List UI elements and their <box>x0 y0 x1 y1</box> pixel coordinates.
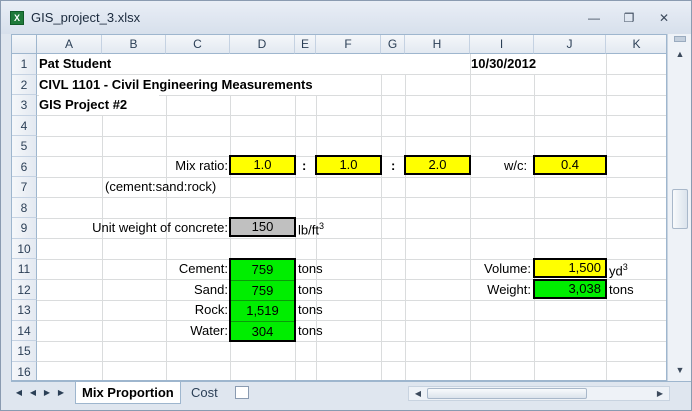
prev-sheet-icon[interactable]: ◀ <box>27 387 39 399</box>
rock-ratio-input[interactable]: 2.0 <box>404 155 471 175</box>
column-header-k[interactable]: K <box>606 35 666 54</box>
row-header-6[interactable]: 6 <box>12 156 37 177</box>
row-header-5[interactable]: 5 <box>12 136 37 157</box>
sand-label: Sand: <box>194 281 228 297</box>
column-header-a[interactable]: A <box>37 35 102 54</box>
scroll-left-icon[interactable]: ◀ <box>411 387 425 400</box>
spreadsheet-grid[interactable]: A B C D E F G H I J K 1 2 3 4 5 6 7 8 9 … <box>11 34 667 381</box>
weight-label: Weight: <box>487 281 531 297</box>
gridline <box>37 238 666 239</box>
scroll-up-icon[interactable]: ▲ <box>672 46 688 62</box>
column-header-f[interactable]: F <box>316 35 381 54</box>
student-name[interactable]: Pat Student <box>39 54 439 74</box>
column-header-b[interactable]: B <box>102 35 166 54</box>
wc-label: w/c: <box>504 158 528 173</box>
row-header-4[interactable]: 4 <box>12 115 37 136</box>
row-header-2[interactable]: 2 <box>12 74 37 95</box>
row-header-13[interactable]: 13 <box>12 300 37 321</box>
gridline <box>37 115 666 116</box>
column-header-d[interactable]: D <box>230 35 295 54</box>
close-icon[interactable]: ✕ <box>653 9 675 27</box>
material-weights-block: 759 759 1,519 304 <box>229 258 296 342</box>
gridline <box>37 361 666 362</box>
row-header-7[interactable]: 7 <box>12 177 37 198</box>
row-header-1[interactable]: 1 <box>12 54 37 75</box>
cement-weight-value[interactable]: 759 <box>231 260 294 281</box>
select-all-corner[interactable] <box>12 35 37 54</box>
column-header-e[interactable]: E <box>295 35 316 54</box>
cement-ratio-input[interactable]: 1.0 <box>229 155 296 175</box>
gridline <box>37 197 666 198</box>
column-header-i[interactable]: I <box>470 35 534 54</box>
mix-ratio-label: Mix ratio: <box>175 158 228 173</box>
row-header-9[interactable]: 9 <box>12 218 37 239</box>
row-header-10[interactable]: 10 <box>12 238 37 259</box>
horizontal-scroll-thumb[interactable] <box>427 388 587 399</box>
horizontal-scrollbar[interactable]: ◀ ▶ <box>408 386 670 401</box>
excel-window: X GIS_project_3.xlsx — ❐ ✕ A B C D E F G… <box>0 0 692 411</box>
project-title[interactable]: GIS Project #2 <box>39 95 159 115</box>
sand-ratio-input[interactable]: 1.0 <box>315 155 382 175</box>
minimize-icon[interactable]: — <box>583 9 605 27</box>
column-header-h[interactable]: H <box>405 35 470 54</box>
scroll-right-icon[interactable]: ▶ <box>653 387 667 400</box>
rock-label: Rock: <box>194 302 228 317</box>
excel-file-icon: X <box>10 11 24 25</box>
ratio-separator: : <box>302 158 307 173</box>
unit-weight-label: Unit weight of concrete: <box>92 220 228 235</box>
scroll-down-icon[interactable]: ▼ <box>672 362 688 378</box>
last-sheet-icon[interactable]: ▶ <box>55 387 67 399</box>
weight-unit: tons <box>609 281 634 297</box>
row-header-14[interactable]: 14 <box>12 320 37 341</box>
gridline <box>37 135 666 137</box>
rock-unit: tons <box>298 302 323 317</box>
water-label: Water: <box>190 322 228 338</box>
course-title[interactable]: CIVL 1101 - Civil Engineering Measuremen… <box>39 74 359 95</box>
water-weight-value[interactable]: 304 <box>231 322 294 343</box>
date-cell[interactable]: 10/30/2012 <box>471 54 537 74</box>
sand-weight-value[interactable]: 759 <box>231 281 294 301</box>
tab-mix-proportion[interactable]: Mix Proportion <box>75 382 181 404</box>
row-header-3[interactable]: 3 <box>12 95 37 116</box>
cement-unit: tons <box>298 261 323 276</box>
window-title: GIS_project_3.xlsx <box>31 10 141 25</box>
vertical-scroll-thumb[interactable] <box>672 189 688 229</box>
ratio-separator: : <box>391 158 396 173</box>
first-sheet-icon[interactable]: ◀ <box>13 387 25 399</box>
row-header-11[interactable]: 11 <box>12 259 37 280</box>
column-header-c[interactable]: C <box>166 35 230 54</box>
wc-ratio-input[interactable]: 0.4 <box>533 155 607 175</box>
restore-icon[interactable]: ❐ <box>618 9 640 27</box>
vertical-scrollbar[interactable]: ▲ ▼ <box>667 34 691 381</box>
column-header-g[interactable]: G <box>381 35 405 54</box>
column-header-j[interactable]: J <box>534 35 606 54</box>
row-header-16[interactable]: 16 <box>12 361 37 380</box>
volume-unit: yd3 <box>609 262 628 279</box>
title-bar: X GIS_project_3.xlsx — ❐ ✕ <box>1 1 691 34</box>
sand-unit: tons <box>298 281 323 297</box>
cement-label: Cement: <box>178 261 228 276</box>
sheet-tab-bar: ◀ ◀ ▶ ▶ Mix Proportion Cost ◀ ▶ <box>11 381 691 405</box>
row-header-12[interactable]: 12 <box>12 279 37 300</box>
unit-weight-value[interactable]: 150 <box>229 217 296 237</box>
row-header-15[interactable]: 15 <box>12 341 37 362</box>
water-unit: tons <box>298 322 323 338</box>
insert-sheet-icon[interactable] <box>235 386 249 399</box>
gridline <box>37 340 666 342</box>
split-handle[interactable] <box>674 36 686 42</box>
volume-input[interactable]: 1,500 <box>533 258 607 278</box>
volume-label: Volume: <box>484 261 531 276</box>
next-sheet-icon[interactable]: ▶ <box>41 387 53 399</box>
row-header-8[interactable]: 8 <box>12 197 37 218</box>
rock-weight-value[interactable]: 1,519 <box>231 301 294 322</box>
mix-ratio-note: (cement:sand:rock) <box>105 179 217 194</box>
unit-weight-unit: lb/ft3 <box>298 221 324 238</box>
total-weight-value[interactable]: 3,038 <box>533 278 607 299</box>
tab-cost[interactable]: Cost <box>185 382 224 404</box>
